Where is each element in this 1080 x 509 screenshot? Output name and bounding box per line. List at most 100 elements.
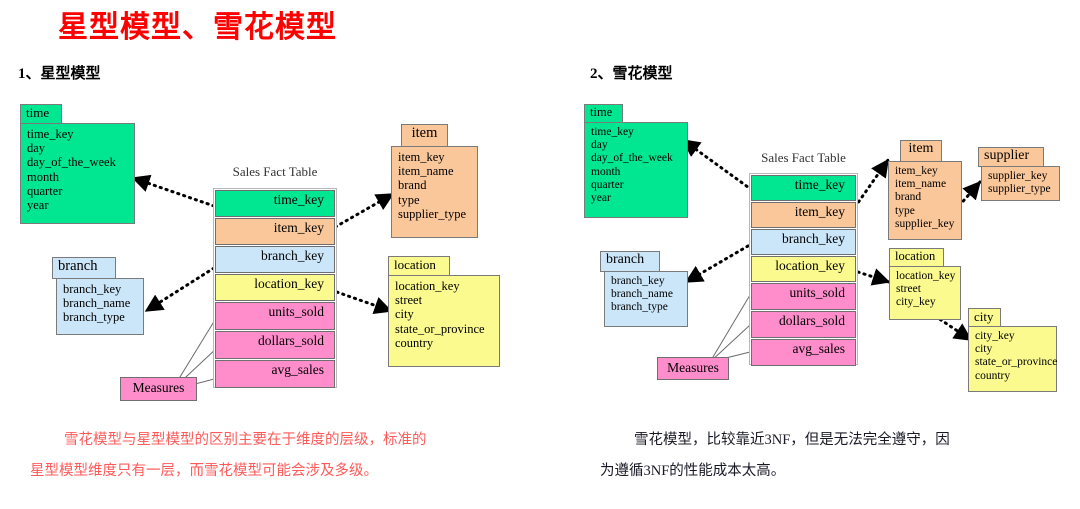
fact-row-time-key[interactable]: time_key: [215, 190, 335, 217]
field-state-or-province: state_or_province: [395, 321, 485, 336]
field-type: type: [398, 192, 420, 207]
entity-fields-item-star: item_key item_name brand type supplier_t…: [391, 146, 478, 238]
entity-fields-location-snow: location_key street city_key: [889, 266, 961, 320]
entity-fields-supplier-snow: supplier_key supplier_type: [981, 166, 1060, 201]
entity-branch-star[interactable]: branch branch_key branch_name branch_typ…: [52, 257, 144, 335]
entity-time-star[interactable]: time time_key day day_of_the_week month …: [20, 104, 135, 224]
slide-canvas: 星型模型、雪花模型 1、星型模型 2、雪花模型 time time_key da…: [0, 0, 1080, 509]
entity-city-snow[interactable]: city city_key city state_or_province cou…: [968, 308, 1057, 392]
fact-row-branch-key[interactable]: branch_key: [751, 229, 856, 255]
fact-row-branch-key[interactable]: branch_key: [215, 246, 335, 273]
entity-item-snow[interactable]: item item_key item_name brand type suppl…: [888, 140, 962, 240]
field-branch-type: branch_type: [63, 310, 125, 325]
entity-header-location-star: location: [388, 256, 450, 276]
fact-row-units-sold[interactable]: units_sold: [751, 283, 856, 310]
caption-star-line2: 星型模型维度只有一层，而雪花模型可能会涉及多级。: [30, 463, 378, 479]
field-city-key: city_key: [975, 330, 1015, 342]
field-day: day: [591, 139, 608, 152]
fact-table-star[interactable]: Sales Fact Table time_key item_key branc…: [213, 164, 337, 389]
field-month: month: [27, 169, 59, 184]
caption-star-line1: 雪花模型与星型模型的区别主要在于维度的层级，标准的: [64, 432, 427, 448]
fact-row-dollars-sold[interactable]: dollars_sold: [215, 331, 335, 359]
field-brand: brand: [398, 178, 427, 193]
entity-header-time-snow: time: [584, 104, 623, 123]
caption-snow-line2: 为遵循3NF的性能成本太高。: [600, 463, 786, 479]
link-star-time: [131, 174, 216, 208]
entity-fields-branch-snow: branch_key branch_name branch_type: [604, 271, 688, 327]
field-type: type: [895, 204, 915, 217]
entity-supplier-snow[interactable]: supplier supplier_key supplier_type: [978, 147, 1060, 201]
entity-header-branch-star: branch: [52, 257, 116, 279]
link-snow-time: [681, 138, 754, 192]
field-supplier-type: supplier_type: [988, 183, 1051, 196]
link-star-branch: [144, 266, 216, 313]
entity-time-snow[interactable]: time time_key day day_of_the_week month …: [584, 104, 688, 218]
entity-header-supplier-snow: supplier: [978, 147, 1044, 167]
field-item-key: item_key: [895, 165, 938, 177]
link-star-item: [328, 192, 395, 232]
field-branch-key: branch_key: [611, 275, 665, 287]
entity-item-star[interactable]: item item_key item_name brand type suppl…: [391, 124, 478, 238]
link-snow-location: [856, 268, 891, 286]
field-supplier-key: supplier_key: [895, 217, 955, 230]
field-location-key: location_key: [896, 270, 956, 282]
section-heading-star: 1、星型模型: [18, 66, 101, 82]
fact-table-caption-star: Sales Fact Table: [232, 164, 318, 179]
entity-fields-branch-star: branch_key branch_name branch_type: [56, 278, 144, 335]
field-quarter: quarter: [591, 178, 624, 191]
field-branch-name: branch_name: [63, 296, 131, 311]
caption-star: 雪花模型与星型模型的区别主要在于维度的层级，标准的 星型模型维度只有一层，而雪花…: [30, 425, 427, 487]
fact-row-stack-star: time_key item_key branch_key location_ke…: [213, 188, 337, 388]
entity-header-branch-snow: branch: [600, 251, 660, 272]
field-brand: brand: [895, 191, 922, 204]
field-street: street: [896, 283, 921, 296]
fact-row-item-key[interactable]: item_key: [751, 202, 856, 228]
entity-location-star[interactable]: location location_key street city state_…: [388, 256, 500, 367]
field-country: country: [975, 369, 1011, 382]
field-quarter: quarter: [27, 183, 63, 198]
fact-table-snow[interactable]: Sales Fact Table time_key item_key branc…: [749, 150, 858, 366]
field-supplier-key: supplier_key: [988, 170, 1048, 182]
fact-row-units-sold[interactable]: units_sold: [215, 302, 335, 330]
fact-row-dollars-sold[interactable]: dollars_sold: [751, 311, 856, 338]
entity-header-item-snow: item: [900, 140, 942, 162]
field-item-name: item_name: [398, 164, 454, 179]
entity-branch-snow[interactable]: branch branch_key branch_name branch_typ…: [600, 251, 688, 327]
field-day: day: [27, 141, 46, 156]
entity-header-city-snow: city: [968, 308, 1001, 327]
measures-label-star[interactable]: Measures: [120, 377, 197, 401]
field-item-key: item_key: [398, 150, 445, 164]
field-day-of-the-week: day_of_the_week: [591, 152, 673, 165]
entity-fields-location-star: location_key street city state_or_provin…: [388, 275, 500, 367]
fact-row-item-key[interactable]: item_key: [215, 218, 335, 245]
field-city: city: [975, 343, 993, 356]
field-time-key: time_key: [591, 126, 634, 138]
entity-header-item-star: item: [401, 124, 448, 147]
entity-location-snow[interactable]: location location_key street city_key: [889, 248, 961, 320]
field-street: street: [395, 293, 423, 308]
field-month: month: [591, 165, 621, 178]
entity-header-time-star: time: [20, 104, 62, 124]
fact-row-location-key[interactable]: location_key: [215, 274, 335, 301]
entity-header-location-snow: location: [889, 248, 944, 267]
fact-row-avg-sales[interactable]: avg_sales: [215, 360, 335, 388]
fact-row-location-key[interactable]: location_key: [751, 256, 856, 282]
link-snow-branch: [684, 244, 750, 284]
fact-row-avg-sales[interactable]: avg_sales: [751, 339, 856, 366]
caption-snow-line1: 雪花模型，比较靠近3NF，但是无法完全遵守，因: [634, 432, 950, 448]
measures-label-snow[interactable]: Measures: [657, 357, 729, 380]
field-state-or-province: state_or_province: [975, 356, 1058, 369]
link-star-location: [329, 288, 393, 315]
caption-snow: 雪花模型，比较靠近3NF，但是无法完全遵守，因 为遵循3NF的性能成本太高。: [600, 425, 950, 487]
fact-table-caption-snow: Sales Fact Table: [761, 150, 846, 165]
section-heading-snowflake: 2、雪花模型: [590, 66, 673, 82]
field-item-name: item_name: [895, 178, 947, 191]
field-supplier-type: supplier_type: [398, 206, 467, 221]
link-snow-measure-1: [709, 294, 751, 363]
fact-row-stack-snow: time_key item_key branch_key location_ke…: [749, 173, 858, 366]
entity-fields-city-snow: city_key city state_or_province country: [968, 326, 1057, 392]
fact-row-time-key[interactable]: time_key: [751, 175, 856, 201]
field-branch-name: branch_name: [611, 288, 673, 301]
field-location-key: location_key: [395, 279, 460, 293]
field-branch-key: branch_key: [63, 282, 122, 296]
